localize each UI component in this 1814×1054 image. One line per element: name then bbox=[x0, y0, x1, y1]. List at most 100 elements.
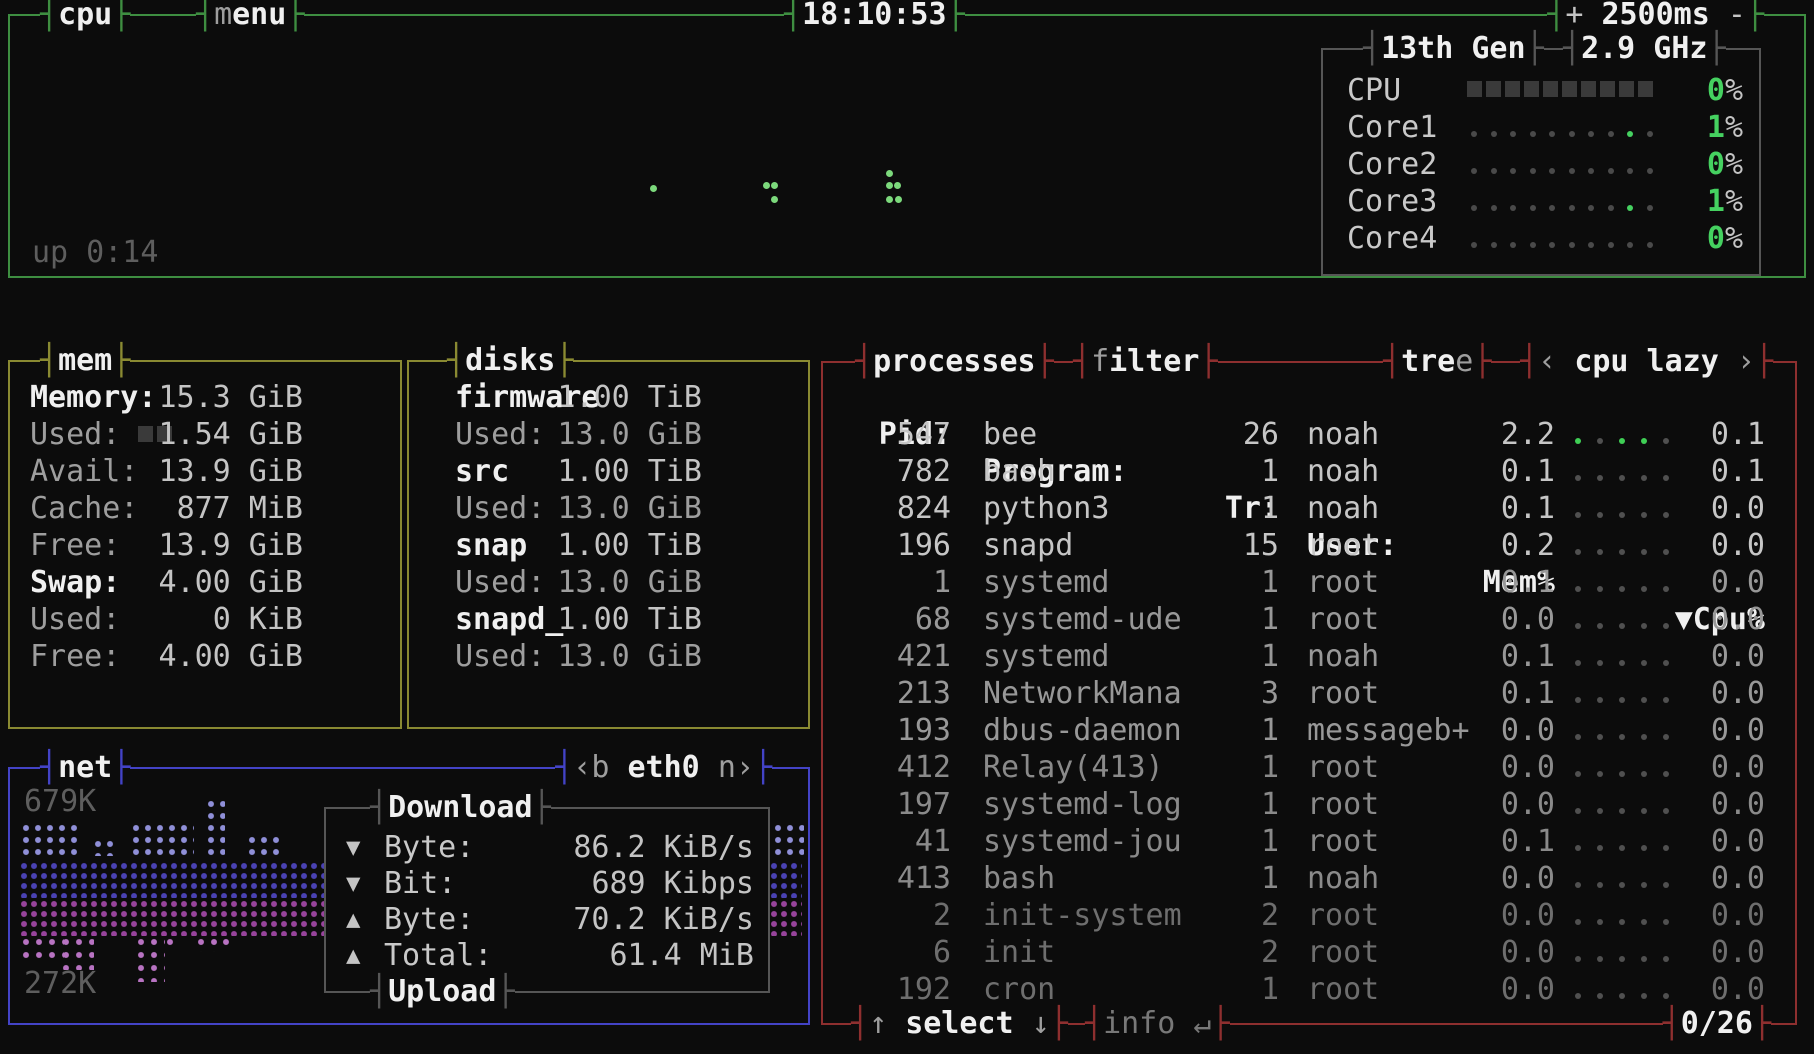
process-cpu-dot bbox=[1575, 623, 1581, 629]
core-meter-dot bbox=[1569, 168, 1575, 174]
sort-next-button[interactable]: › bbox=[1737, 344, 1755, 379]
process-user: messageb+ bbox=[1307, 712, 1470, 749]
process-row[interactable]: 196snapd15root0.20.0 bbox=[823, 527, 1795, 564]
cpu-graph-dot bbox=[886, 182, 893, 189]
sort-prev-button[interactable]: ‹ bbox=[1538, 344, 1556, 379]
process-program: bash bbox=[983, 453, 1055, 490]
process-row[interactable]: 1systemd1root0.10.0 bbox=[823, 564, 1795, 601]
process-threads: 2 bbox=[1179, 934, 1279, 971]
process-mem: 0.0 bbox=[1459, 601, 1555, 638]
cpu-meter-block bbox=[1562, 81, 1577, 97]
process-mem: 0.0 bbox=[1459, 897, 1555, 934]
disks-box-title: ┤disks├ bbox=[447, 342, 573, 379]
process-row[interactable]: 213NetworkMana3root0.10.0 bbox=[823, 675, 1795, 712]
net-stat-row: ▲Total:61.4 MiB bbox=[326, 937, 768, 974]
process-row[interactable]: 421systemd1noah0.10.0 bbox=[823, 638, 1795, 675]
process-row[interactable]: 41systemd-jou1root0.10.0 bbox=[823, 823, 1795, 860]
process-pid: 2 bbox=[859, 897, 951, 934]
disk-row: Used:13.0 GiB bbox=[409, 416, 808, 453]
net-download-peak-band bbox=[248, 836, 284, 858]
cpu-meter-block bbox=[1467, 81, 1482, 97]
process-user: root bbox=[1307, 749, 1379, 786]
arrow-up-icon[interactable]: ↑ bbox=[869, 1006, 887, 1041]
process-row[interactable]: 6init2root0.00.0 bbox=[823, 934, 1795, 971]
interval-increase-button[interactable]: + bbox=[1565, 0, 1583, 32]
disk-row-value: 1.00 TiB bbox=[512, 379, 702, 416]
process-row[interactable]: 2init-system2root0.00.0 bbox=[823, 897, 1795, 934]
process-cpu-dot bbox=[1619, 660, 1625, 666]
process-cpu-dot bbox=[1597, 697, 1603, 703]
core-label: Core1 bbox=[1347, 109, 1437, 146]
process-cpu-dot bbox=[1619, 956, 1625, 962]
process-pid: 413 bbox=[859, 860, 951, 897]
tick: ┤ bbox=[40, 0, 58, 32]
process-cpu-dot bbox=[1575, 697, 1581, 703]
core-label: Core2 bbox=[1347, 146, 1437, 183]
net-interface-prev-button[interactable]: ‹b bbox=[573, 750, 609, 785]
select-control[interactable]: ┤↑ select ↓├ bbox=[851, 1005, 1068, 1042]
filter-button[interactable]: ┤filter├ bbox=[1073, 343, 1218, 380]
core-meter-dot bbox=[1530, 168, 1536, 174]
process-row[interactable]: 68systemd-ude1root0.00.0 bbox=[823, 601, 1795, 638]
process-row[interactable]: 193dbus-daemon1messageb+0.00.0 bbox=[823, 712, 1795, 749]
process-cpu-dot bbox=[1597, 660, 1603, 666]
process-row[interactable]: 547bee26noah2.20.1 bbox=[823, 416, 1795, 453]
clock-value: 18:10:53 bbox=[802, 0, 947, 32]
processes-box: ┤processes├ ┤filter├ ┤tree├ ┤‹ cpu lazy … bbox=[821, 361, 1797, 1025]
core-meter-dot bbox=[1491, 131, 1497, 137]
process-program: init bbox=[983, 934, 1055, 971]
process-pid: 782 bbox=[859, 453, 951, 490]
process-program: NetworkMana bbox=[983, 675, 1182, 712]
process-cpu-dot bbox=[1597, 771, 1603, 777]
info-control[interactable]: ┤info ↵├ bbox=[1085, 1005, 1230, 1042]
processes-title-label: processes bbox=[873, 344, 1036, 379]
process-user: root bbox=[1307, 897, 1379, 934]
clock: ┤18:10:53├ bbox=[784, 0, 965, 33]
btop-system-monitor: { "colors": { "background": "#0c0c0c", "… bbox=[0, 0, 1814, 1054]
process-row[interactable]: 413bash1noah0.00.0 bbox=[823, 860, 1795, 897]
core-percent: 0% bbox=[1633, 220, 1743, 257]
process-pid: 1 bbox=[859, 564, 951, 601]
process-mem: 0.1 bbox=[1459, 490, 1555, 527]
info-label: info bbox=[1103, 1006, 1175, 1041]
core-meter-dot bbox=[1549, 242, 1555, 248]
tree-button[interactable]: ┤tree├ bbox=[1383, 343, 1491, 380]
process-program: systemd-log bbox=[983, 786, 1182, 823]
process-cpu-dot bbox=[1641, 845, 1647, 851]
process-cpu: 0.1 bbox=[1669, 453, 1765, 490]
process-pid: 421 bbox=[859, 638, 951, 675]
process-row[interactable]: 782bash1noah0.10.1 bbox=[823, 453, 1795, 490]
process-threads: 15 bbox=[1179, 527, 1279, 564]
net-download-peak-band bbox=[22, 824, 77, 858]
selection-count-value: 0/26 bbox=[1681, 1006, 1753, 1041]
interval-decrease-button[interactable]: - bbox=[1728, 0, 1746, 32]
cpu-core-row: CPU0% bbox=[1323, 72, 1759, 109]
net-box: ┤net├ ┤‹b eth0 n›├ 679K 272K ┤Download├ … bbox=[8, 767, 810, 1025]
process-row[interactable]: 412Relay(413)1root0.00.0 bbox=[823, 749, 1795, 786]
arrow-down-icon[interactable]: ↓ bbox=[1032, 1006, 1050, 1041]
core-meter-dot bbox=[1608, 168, 1614, 174]
process-table-header: Pid: Program: Tr: User: Mem% ▼Cpu% bbox=[823, 379, 1795, 416]
core-meter-dot bbox=[1510, 131, 1516, 137]
process-cpu-dot bbox=[1619, 586, 1625, 592]
process-mem: 0.1 bbox=[1459, 453, 1555, 490]
process-row[interactable]: 197systemd-log1root0.00.0 bbox=[823, 786, 1795, 823]
process-user: noah bbox=[1307, 453, 1379, 490]
menu-button[interactable]: ┤menu├ bbox=[196, 0, 304, 33]
disk-row-value: 1.00 TiB bbox=[512, 453, 702, 490]
process-cpu: 0.0 bbox=[1669, 564, 1765, 601]
process-cpu-dot bbox=[1575, 845, 1581, 851]
process-row[interactable]: 192cron1root0.00.0 bbox=[823, 971, 1795, 1008]
net-interface-name: eth0 bbox=[628, 750, 700, 785]
process-cpu-dot bbox=[1619, 512, 1625, 518]
core-meter-dot bbox=[1588, 168, 1594, 174]
process-row[interactable]: 824python31noah0.10.0 bbox=[823, 490, 1795, 527]
core-label: CPU bbox=[1347, 72, 1401, 109]
net-stat-row: ▼Bit:689 Kibps bbox=[326, 865, 768, 902]
process-user: root bbox=[1307, 823, 1379, 860]
net-interface-next-button[interactable]: n› bbox=[718, 750, 754, 785]
core-meter-dot bbox=[1471, 242, 1477, 248]
core-meter-dot bbox=[1608, 242, 1614, 248]
core-meter-dot bbox=[1491, 168, 1497, 174]
disk-row: snap1.00 TiB bbox=[409, 527, 808, 564]
